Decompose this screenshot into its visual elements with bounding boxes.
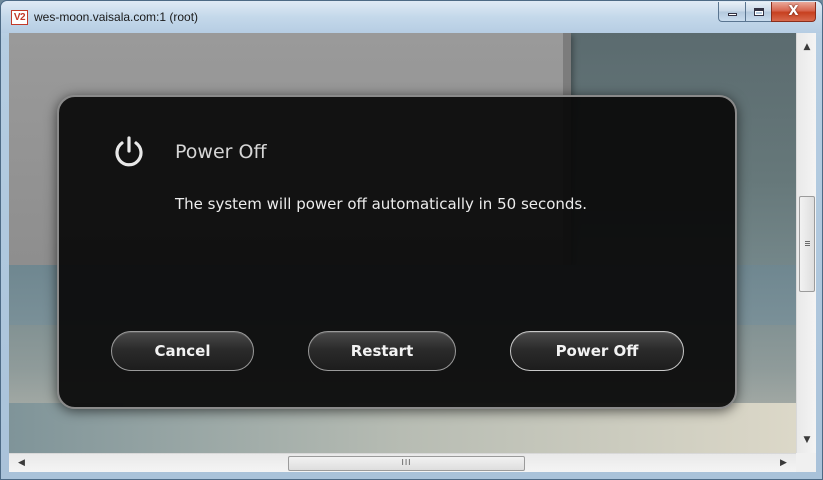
- resize-grip-icon[interactable]: [796, 453, 816, 472]
- horizontal-scroll-thumb[interactable]: III: [288, 456, 525, 471]
- scroll-right-icon[interactable]: ▶: [775, 455, 792, 472]
- vertical-scroll-thumb[interactable]: [799, 196, 815, 292]
- dialog-title: Power Off: [175, 141, 267, 163]
- minimize-icon: [727, 13, 737, 16]
- maximize-button[interactable]: [745, 2, 771, 22]
- power-icon: [115, 136, 143, 167]
- cancel-button[interactable]: Cancel: [111, 331, 254, 371]
- title-bar[interactable]: V2 wes-moon.vaisala.com:1 (root) X: [1, 1, 822, 33]
- caption-buttons: X: [718, 2, 816, 22]
- grip-line: [805, 241, 810, 242]
- scroll-down-icon[interactable]: ▼: [797, 432, 817, 449]
- power-off-dialog: Power Off The system will power off auto…: [57, 95, 737, 409]
- vnc-viewer-window: V2 wes-moon.vaisala.com:1 (root) X Power…: [0, 0, 823, 480]
- power-off-button[interactable]: Power Off: [510, 331, 684, 371]
- close-button[interactable]: X: [771, 2, 816, 22]
- dialog-message: The system will power off automatically …: [175, 195, 588, 213]
- grip-line: [805, 243, 810, 244]
- scroll-left-icon[interactable]: ◀: [13, 455, 30, 472]
- minimize-button[interactable]: [718, 2, 745, 22]
- restart-button[interactable]: Restart: [308, 331, 456, 371]
- window-title: wes-moon.vaisala.com:1 (root): [34, 10, 199, 24]
- close-icon: X: [788, 4, 799, 19]
- remote-desktop-view[interactable]: Power Off The system will power off auto…: [9, 33, 796, 453]
- maximize-icon: [753, 7, 764, 16]
- scroll-up-icon[interactable]: ▲: [797, 39, 817, 56]
- vertical-scrollbar[interactable]: ▲ ▼: [796, 33, 816, 453]
- app-icon[interactable]: V2: [11, 10, 28, 25]
- grip-line: [805, 245, 810, 246]
- horizontal-scrollbar[interactable]: ◀ III ▶: [9, 453, 796, 472]
- desktop-background-bottom: [9, 403, 796, 453]
